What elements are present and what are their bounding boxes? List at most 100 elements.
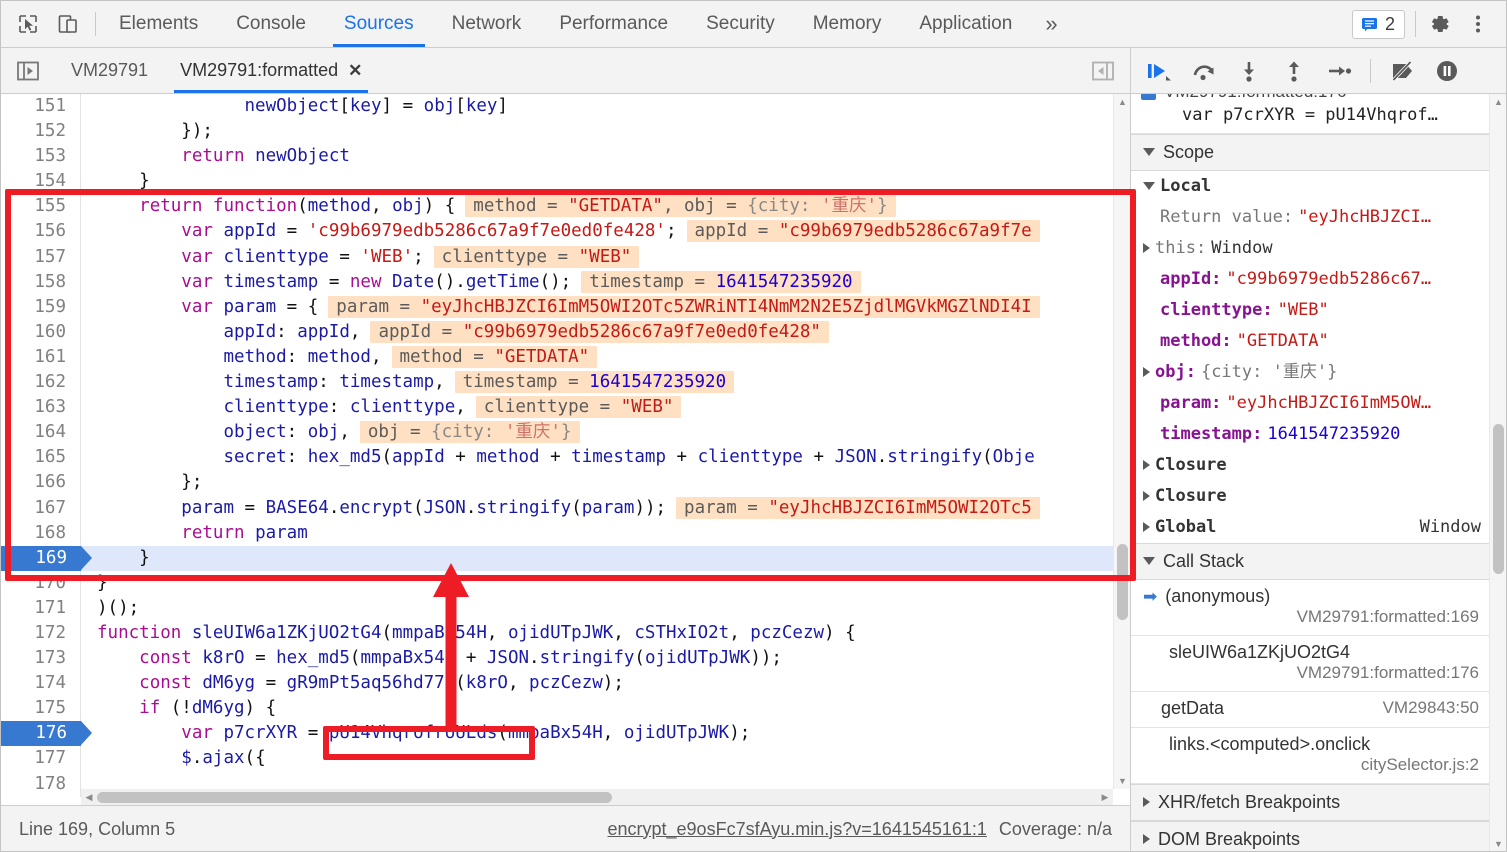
- sidebar-scroll-up-arrow[interactable]: ▲: [1490, 94, 1506, 110]
- step-out-of-current-function-button[interactable]: [1276, 55, 1312, 87]
- code-editor[interactable]: 151 newObject[key] = obj[key] 152 }); 153 …: [1, 94, 1130, 805]
- show-navigator-icon[interactable]: [1, 48, 55, 93]
- resume-script-execution-button[interactable]: [1141, 55, 1177, 87]
- code-line[interactable]: 167 param = BASE64.encrypt(JSON.stringif…: [1, 495, 1130, 521]
- line-number[interactable]: 153: [1, 144, 81, 170]
- tab-application[interactable]: Application: [900, 1, 1031, 47]
- collapsed-section-header[interactable]: DOM Breakpoints: [1131, 820, 1489, 851]
- code-line[interactable]: 152 });: [1, 119, 1130, 145]
- deactivate-breakpoints-button[interactable]: [1384, 55, 1420, 87]
- scope-entry[interactable]: param: "eyJhcHBJZCI6ImM5OW…: [1131, 388, 1489, 419]
- line-number[interactable]: 167: [1, 495, 81, 521]
- editor-hscroll-thumb[interactable]: [97, 792, 612, 803]
- code-line[interactable]: 168 return param: [1, 520, 1130, 546]
- line-number[interactable]: 155: [1, 194, 81, 220]
- tab-sources[interactable]: Sources: [325, 1, 433, 47]
- line-number[interactable]: 154: [1, 169, 81, 195]
- code-line[interactable]: 154 }: [1, 169, 1130, 195]
- step-over-next-function-call-button[interactable]: [1186, 55, 1222, 87]
- editor-vscroll-thumb[interactable]: [1117, 544, 1128, 620]
- call-stack-frame[interactable]: links.<computed>.onclick citySelector.js:…: [1131, 728, 1489, 784]
- scroll-down-arrow[interactable]: ▼: [1114, 773, 1130, 789]
- scope-group-closure[interactable]: Closure: [1131, 450, 1489, 481]
- line-number[interactable]: 170: [1, 570, 81, 596]
- scope-entry[interactable]: timestamp: 1641547235920: [1131, 419, 1489, 450]
- line-number[interactable]: 171: [1, 595, 81, 621]
- source-origin-link[interactable]: encrypt_e9osFc7sfAyu.min.js?v=1641545161…: [608, 819, 987, 840]
- tab-console[interactable]: Console: [217, 1, 325, 47]
- code-line[interactable]: 175 if (!dM6yg) {: [1, 696, 1130, 722]
- tab-performance[interactable]: Performance: [540, 1, 687, 47]
- line-number[interactable]: 164: [1, 420, 81, 446]
- scope-group-local[interactable]: Local: [1131, 171, 1489, 202]
- pause-on-exceptions-button[interactable]: [1429, 55, 1465, 87]
- sidebar-vscroll-thumb[interactable]: [1493, 424, 1504, 574]
- code-line[interactable]: 172 function sleUIW6a1ZKjUO2tG4(mmpaBx54H…: [1, 620, 1130, 647]
- code-line[interactable]: 165 secret: hex_md5(appId + method + tim…: [1, 445, 1130, 471]
- code-line[interactable]: 159 var param = {param = "eyJhcHBJZCI6Im…: [1, 294, 1130, 320]
- step-into-next-function-call-button[interactable]: [1231, 55, 1267, 87]
- code-line[interactable]: 163 clienttype: clienttype, clienttype = …: [1, 395, 1130, 421]
- code-line[interactable]: 161 method: method, method = "GETDATA": [1, 344, 1130, 371]
- tab-elements[interactable]: Elements: [100, 1, 217, 47]
- scope-entry[interactable]: Return value: "eyJhcHBJZCI…: [1131, 202, 1489, 233]
- code-line[interactable]: 176 var p7crXYR = pU14VhqrofroULds(mmpaB…: [1, 721, 1130, 747]
- scope-entry[interactable]: method: "GETDATA": [1131, 326, 1489, 357]
- scope-entry[interactable]: clienttype: "WEB": [1131, 295, 1489, 326]
- code-line[interactable]: 160 appId: appId, appId = "c99b6979edb528…: [1, 319, 1130, 345]
- source-tab-vm29791-formatted[interactable]: VM29791:formatted ✕: [164, 48, 378, 93]
- code-line[interactable]: 171)();: [1, 595, 1130, 621]
- tab-memory[interactable]: Memory: [794, 1, 901, 47]
- code-line[interactable]: 173 const k8rO = hex_md5(mmpaBx54H + JSO…: [1, 646, 1130, 672]
- inspect-element-icon[interactable]: [15, 11, 41, 37]
- code-line[interactable]: 166 };: [1, 470, 1130, 496]
- scope-entry[interactable]: obj: {city: '重庆'}: [1131, 357, 1489, 388]
- line-number[interactable]: 178: [1, 771, 81, 797]
- issues-badge[interactable]: 2: [1351, 9, 1405, 39]
- close-icon[interactable]: ✕: [348, 61, 362, 81]
- gear-icon[interactable]: [1426, 10, 1454, 38]
- line-number[interactable]: 166: [1, 470, 81, 496]
- callstack-section-header[interactable]: Call Stack: [1131, 542, 1489, 580]
- line-number[interactable]: 157: [1, 244, 81, 270]
- call-stack-frame[interactable]: sleUIW6a1ZKjUO2tG4 VM29791:formatted:176: [1131, 636, 1489, 692]
- call-stack-frame[interactable]: getData VM29843:50: [1131, 692, 1489, 728]
- line-number[interactable]: 172: [1, 620, 81, 647]
- scope-group-closure[interactable]: Closure: [1131, 481, 1489, 512]
- line-number[interactable]: 174: [1, 671, 81, 697]
- line-number[interactable]: 161: [1, 344, 81, 371]
- source-tab-vm29791[interactable]: VM29791: [55, 48, 164, 93]
- line-number[interactable]: 151: [1, 94, 81, 120]
- line-number[interactable]: 163: [1, 395, 81, 421]
- line-number[interactable]: 156: [1, 219, 81, 245]
- sidebar-scroll-down-arrow[interactable]: ▼: [1490, 836, 1506, 851]
- scope-entry[interactable]: this: Window: [1131, 233, 1489, 264]
- sidebar-vertical-scrollbar[interactable]: ▲ ▼: [1489, 94, 1506, 851]
- tab-network[interactable]: Network: [433, 1, 541, 47]
- code-line[interactable]: 151 newObject[key] = obj[key]: [1, 94, 1130, 120]
- more-tabs-icon[interactable]: »: [1031, 1, 1071, 47]
- breakpoint-list-item[interactable]: VM29791:formatted:176 var p7crXYR = pU14…: [1131, 94, 1489, 134]
- show-debugger-sidebar-icon[interactable]: [1076, 48, 1130, 93]
- scroll-up-arrow[interactable]: ▲: [1114, 94, 1130, 110]
- line-number[interactable]: 162: [1, 370, 81, 396]
- scope-group-global[interactable]: Global Window: [1131, 512, 1489, 543]
- code-line[interactable]: 164 object: obj, obj = {city: '重庆'}: [1, 420, 1130, 446]
- chevron-right-icon[interactable]: [1143, 243, 1150, 254]
- code-line[interactable]: 155 return function(method, obj) {method…: [1, 194, 1130, 220]
- line-number[interactable]: 168: [1, 520, 81, 546]
- line-number[interactable]: 160: [1, 319, 81, 345]
- scope-section-header[interactable]: Scope: [1131, 133, 1489, 171]
- code-line[interactable]: 174 const dM6yg = gR9mPt5aq56hd77l(k8rO,…: [1, 671, 1130, 697]
- kebab-menu-icon[interactable]: [1464, 10, 1492, 38]
- code-line[interactable]: 153 return newObject: [1, 144, 1130, 170]
- line-number[interactable]: 159: [1, 294, 81, 320]
- code-line[interactable]: 158 var timestamp = new Date().getTime()…: [1, 269, 1130, 295]
- code-line[interactable]: 156 var appId = 'c99b6979edb5286c67a9f7e…: [1, 219, 1130, 245]
- code-line[interactable]: 170}: [1, 570, 1130, 596]
- code-line[interactable]: 162 timestamp: timestamp, timestamp = 164…: [1, 370, 1130, 396]
- code-line[interactable]: 157 var clienttype = 'WEB'; clienttype = …: [1, 244, 1130, 270]
- editor-vertical-scrollbar[interactable]: ▲ ▼: [1113, 94, 1130, 789]
- line-number[interactable]: 173: [1, 646, 81, 672]
- editor-horizontal-scrollbar[interactable]: ◀ ▶: [81, 789, 1113, 805]
